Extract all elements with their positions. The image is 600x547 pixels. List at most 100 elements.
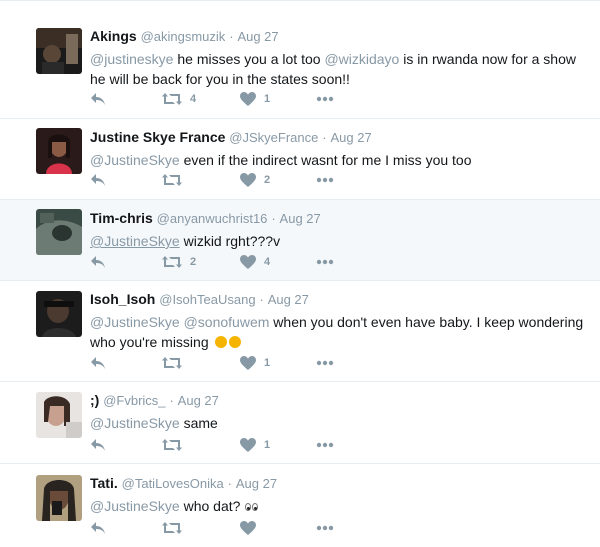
tweet-text-part: who dat? — [179, 498, 245, 514]
mention-link[interactable]: @JustineSkye — [90, 152, 180, 168]
like-button[interactable] — [240, 520, 264, 536]
avatar[interactable] — [36, 392, 82, 438]
retweet-button[interactable] — [162, 172, 190, 188]
author-name[interactable]: ;) — [90, 392, 99, 408]
more-icon — [316, 525, 334, 531]
author-handle[interactable]: @TatiLovesOnika — [122, 476, 224, 491]
mention-link[interactable]: @sonofuwem — [184, 314, 270, 330]
retweet-count: 2 — [190, 256, 197, 268]
tweet-header: Akings @akingsmuzik · Aug 27 — [90, 27, 590, 46]
author-handle[interactable]: @JSkyeFrance — [229, 130, 318, 145]
tweet-timestamp[interactable]: Aug 27 — [178, 393, 219, 408]
reply-button[interactable] — [90, 254, 106, 270]
tweet-text: @JustineSkye even if the indirect wasnt … — [90, 150, 590, 170]
reply-button[interactable] — [90, 91, 106, 107]
more-icon — [316, 442, 334, 448]
tweet-item[interactable]: Tati. @TatiLovesOnika · Aug 27 @JustineS… — [0, 464, 600, 547]
mention-link[interactable]: @JustineSkye — [90, 415, 180, 431]
retweet-icon — [162, 93, 182, 105]
more-button[interactable] — [316, 172, 334, 188]
separator-dot: · — [169, 393, 174, 408]
retweet-button[interactable] — [162, 355, 190, 371]
tweet-text-part: same — [179, 415, 218, 431]
like-button[interactable]: 1 — [240, 437, 270, 453]
thinking-emoji-icon — [228, 336, 241, 348]
tweet-actions: 2 4 — [90, 254, 350, 270]
heart-icon — [240, 356, 256, 370]
avatar[interactable] — [36, 28, 82, 74]
like-button[interactable]: 1 — [240, 91, 270, 107]
like-count: 2 — [264, 174, 271, 186]
heart-icon — [240, 255, 256, 269]
tweet-text: @JustineSkye wizkid rght???v — [90, 231, 590, 251]
tweet-content: ;) @Fvbrics_ · Aug 27 @JustineSkye same — [90, 391, 590, 433]
retweet-button[interactable] — [162, 437, 190, 453]
reply-icon — [91, 439, 105, 451]
like-button[interactable]: 4 — [240, 254, 270, 270]
reply-button[interactable] — [90, 172, 106, 188]
like-count: 1 — [264, 357, 271, 369]
more-button[interactable] — [316, 437, 334, 453]
tweet-text-part: wizkid rght???v — [179, 233, 281, 249]
mention-link[interactable]: @JustineSkye — [90, 233, 180, 249]
tweet-timestamp[interactable]: Aug 27 — [280, 211, 321, 226]
tweet-timestamp[interactable]: Aug 27 — [236, 476, 277, 491]
tweet-timestamp[interactable]: Aug 27 — [268, 292, 309, 307]
separator-dot: · — [271, 211, 276, 226]
tweet-actions: 4 1 — [90, 91, 350, 107]
tweet-content: Isoh_Isoh @IsohTeaUsang · Aug 27 @Justin… — [90, 290, 590, 352]
tweet-actions: 1 — [90, 355, 350, 371]
tweet-text: @JustineSkye @sonofuwem when you don't e… — [90, 312, 590, 352]
tweet-actions: 1 — [90, 437, 350, 453]
tweet-header: Isoh_Isoh @IsohTeaUsang · Aug 27 — [90, 290, 590, 309]
avatar[interactable] — [36, 209, 82, 255]
retweet-icon — [162, 174, 182, 186]
tweet-timestamp[interactable]: Aug 27 — [330, 130, 371, 145]
tweet-timestamp[interactable]: Aug 27 — [237, 29, 278, 44]
tweet-text-part: even if the indirect wasnt for me I miss… — [179, 152, 472, 168]
retweet-button[interactable]: 4 — [162, 91, 196, 107]
tweet-item[interactable]: Isoh_Isoh @IsohTeaUsang · Aug 27 @Justin… — [0, 281, 600, 382]
tweet-content: Tim-chris @anyanwuchrist16 · Aug 27 @Jus… — [90, 209, 590, 251]
author-name[interactable]: Akings — [90, 28, 137, 44]
heart-icon — [240, 173, 256, 187]
reply-button[interactable] — [90, 355, 106, 371]
avatar[interactable] — [36, 475, 82, 521]
reply-button[interactable] — [90, 520, 106, 536]
tweet-item[interactable]: Tim-chris @anyanwuchrist16 · Aug 27 @Jus… — [0, 200, 600, 281]
reply-button[interactable] — [90, 437, 106, 453]
author-name[interactable]: Isoh_Isoh — [90, 291, 155, 307]
author-name[interactable]: Justine Skye France — [90, 129, 225, 145]
like-button[interactable]: 2 — [240, 172, 270, 188]
author-handle[interactable]: @IsohTeaUsang — [159, 292, 255, 307]
author-name[interactable]: Tim-chris — [90, 210, 153, 226]
separator-dot: · — [227, 476, 232, 491]
author-handle[interactable]: @anyanwuchrist16 — [157, 211, 268, 226]
avatar[interactable] — [36, 291, 82, 337]
avatar[interactable] — [36, 128, 82, 174]
author-name[interactable]: Tati. — [90, 475, 118, 491]
more-button[interactable] — [316, 254, 334, 270]
thinking-emoji-icon — [214, 336, 227, 348]
tweet-item[interactable]: Justine Skye France @JSkyeFrance · Aug 2… — [0, 119, 600, 200]
retweet-icon — [162, 439, 182, 451]
tweet-timeline: Akings @akingsmuzik · Aug 27 @justinesky… — [0, 0, 600, 547]
more-button[interactable] — [316, 91, 334, 107]
tweet-item[interactable]: Akings @akingsmuzik · Aug 27 @justinesky… — [0, 18, 600, 119]
tweet-header: Tati. @TatiLovesOnika · Aug 27 — [90, 474, 590, 493]
retweet-icon — [162, 522, 182, 534]
mention-link[interactable]: @justineskye — [90, 51, 173, 67]
author-handle[interactable]: @akingsmuzik — [141, 29, 226, 44]
mention-link[interactable]: @JustineSkye — [90, 314, 180, 330]
retweet-button[interactable] — [162, 520, 190, 536]
tweet-text: @JustineSkye same — [90, 413, 590, 433]
like-button[interactable]: 1 — [240, 355, 270, 371]
mention-link[interactable]: @JustineSkye — [90, 498, 180, 514]
more-button[interactable] — [316, 520, 334, 536]
retweet-button[interactable]: 2 — [162, 254, 196, 270]
mention-link[interactable]: @wizkidayo — [324, 51, 399, 67]
author-handle[interactable]: @Fvbrics_ — [103, 393, 165, 408]
more-button[interactable] — [316, 355, 334, 371]
tweet-item[interactable]: ;) @Fvbrics_ · Aug 27 @JustineSkye same … — [0, 382, 600, 464]
tweet-text-part: he misses you a lot too — [173, 51, 325, 67]
